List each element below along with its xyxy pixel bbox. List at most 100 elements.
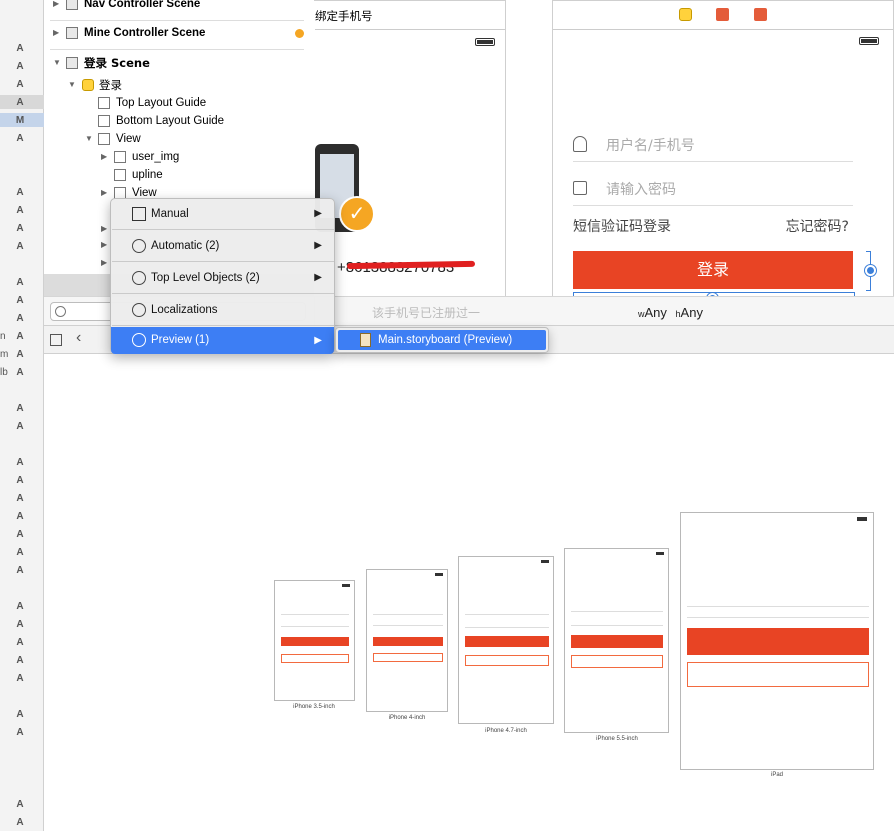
preview-device-iphone-4[interactable] [366,569,448,712]
forgot-password-link[interactable]: 忘记密码? [786,216,849,236]
preview-submenu: Main.storyboard (Preview) [335,327,549,353]
mini-divider [687,617,869,618]
battery-icon [475,38,495,46]
mini-divider [373,614,443,615]
layout-guide-icon [98,97,110,109]
menu-item-label: Localizations [151,304,218,316]
outline-row-top-guide[interactable]: Top Layout Guide [44,94,314,112]
status-letter: A [16,421,24,432]
menu-item-manual[interactable]: Manual ▶ [111,199,334,229]
mini-register-button [373,653,443,662]
view-controller-icon[interactable] [679,8,692,21]
disclosure-triangle-icon[interactable]: ▶ [101,240,107,249]
preview-device-ipad[interactable] [680,512,874,770]
disclosure-triangle-icon[interactable]: ▶ [101,184,107,202]
size-class-control[interactable]: wAny hAny [638,305,703,320]
mini-divider [687,606,869,607]
outline-label: View [116,133,141,145]
login-button[interactable]: 登录 [573,251,853,289]
scene-icon [66,57,78,69]
preview-device-iphone-4-7[interactable] [458,556,554,724]
menu-separator [112,293,334,294]
mini-divider [465,614,549,615]
sms-login-link[interactable]: 短信验证码登录 [573,216,671,236]
view-controller-icon [82,79,94,91]
username-field[interactable]: 用户名/手机号 [606,135,695,155]
disclosure-triangle-icon[interactable]: ▶ [101,224,107,233]
preview-device-iphone-3-5[interactable] [274,580,355,701]
outline-row-user-img[interactable]: ▶ user_img [44,148,314,166]
disclosure-triangle-icon[interactable]: ▶ [101,258,107,267]
menu-separator [112,261,334,262]
resize-handle-icon[interactable] [865,265,876,276]
menu-item-label: Preview (1) [151,334,210,346]
outline-row-view[interactable]: ▼ View [44,130,314,148]
outline-row-upline[interactable]: upline [44,166,314,184]
manual-icon [132,207,146,221]
disclosure-triangle-icon[interactable]: ▶ [53,0,59,13]
mini-login-button [571,635,663,648]
outline-row-nav-scene[interactable]: ▶ Nav Controller Scene [44,0,314,13]
login-scene[interactable]: 用户名/手机号 请输入密码 短信验证码登录 忘记密码? 登录 [552,0,894,298]
submenu-item-main-storyboard-preview[interactable]: Main.storyboard (Preview) [338,330,546,350]
status-letter: A [16,619,24,630]
checkmark-badge-icon: ✓ [339,196,375,232]
mini-register-button [571,655,663,668]
menu-item-localizations[interactable]: Localizations [111,295,334,325]
outline-label: Top Layout Guide [116,97,207,109]
battery-icon [656,552,664,555]
preview-device-iphone-5-5[interactable] [564,548,669,733]
first-responder-icon[interactable] [716,8,729,21]
outline-row-mine-scene[interactable]: ▶ Mine Controller Scene [44,24,314,42]
disclosure-triangle-down-icon[interactable]: ▼ [53,54,61,72]
file-status-gutter: A A A A M A A A A A A A A n A m A lb A A… [0,0,44,831]
bind-phone-scene[interactable]: 绑定手机号 ✓ +8613883270783 [314,0,506,298]
warning-badge-icon[interactable] [295,29,304,38]
device-caption: iPhone 5.5-inch [596,736,638,742]
status-letter: A [16,295,24,306]
size-class-height: Any [680,305,703,320]
back-chevron-icon[interactable]: ‹ [76,329,81,347]
user-icon [573,136,587,152]
menu-item-label: Manual [151,208,189,220]
submenu-arrow-icon: ▶ [314,240,322,251]
menu-item-preview[interactable]: Preview (1) ▶ [111,327,334,354]
disclosure-triangle-down-icon[interactable]: ▼ [68,76,76,94]
view-icon [114,169,126,181]
device-caption: iPad [770,772,783,778]
size-class-width: Any [644,305,667,320]
disclosure-triangle-icon[interactable]: ▶ [101,148,107,166]
menu-item-automatic[interactable]: Automatic (2) ▶ [111,231,334,261]
mini-divider [465,627,549,628]
status-letter: A [16,601,24,612]
obscured-label: 该手机号已注册过一 [372,306,481,320]
menu-item-top-level-objects[interactable]: Top Level Objects (2) ▶ [111,263,334,293]
view-icon [98,133,110,145]
menu-separator [112,229,334,230]
status-letter: A [16,187,24,198]
mini-login-button [373,637,443,646]
outline-row-bottom-guide[interactable]: Bottom Layout Guide [44,112,314,130]
localizations-icon [132,303,146,317]
battery-icon [435,573,443,576]
menu-item-label: Automatic (2) [151,240,220,252]
image-view-icon [114,151,126,163]
layout-guide-icon [98,115,110,127]
outline-row-login-scene[interactable]: ▼ 登录 Scene [44,54,314,72]
exit-icon[interactable] [754,8,767,21]
outline-row-login-vc[interactable]: ▼ 登录 [44,76,314,94]
outline-label: 登录 Scene [84,56,150,70]
mini-register-button [687,662,869,687]
disclosure-triangle-icon[interactable]: ▶ [53,24,59,42]
battery-icon [857,517,867,521]
disclosure-triangle-down-icon[interactable]: ▼ [85,130,93,148]
password-field[interactable]: 请输入密码 [606,179,676,199]
related-items-grid-icon[interactable] [50,334,62,346]
divider [315,29,505,30]
status-letter: A [16,241,24,252]
preview-icon [132,333,146,347]
status-letter: A [16,79,24,90]
status-letter: A [16,655,24,666]
device-caption: iPhone 4-inch [388,715,426,721]
status-letter: A [16,727,24,738]
